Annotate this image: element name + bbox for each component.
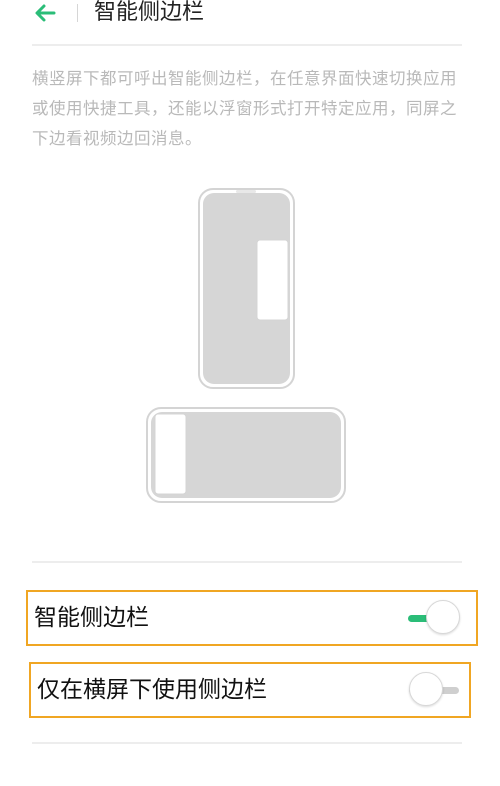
landscape-only-setting-row[interactable]: 仅在横屏下使用侧边栏 — [29, 662, 471, 718]
smart-sidebar-setting-row[interactable]: 智能侧边栏 — [26, 590, 478, 646]
header-divider — [77, 4, 78, 22]
toggle-knob — [426, 600, 460, 634]
bottom-divider — [32, 742, 462, 744]
landscape-only-toggle[interactable] — [409, 672, 461, 708]
back-button[interactable] — [30, 0, 60, 26]
landscape-phone-illustration — [146, 407, 346, 503]
smart-sidebar-label: 智能侧边栏 — [34, 605, 149, 631]
section-divider — [32, 561, 462, 563]
landscape-only-label: 仅在横屏下使用侧边栏 — [37, 677, 267, 703]
toggle-knob — [409, 672, 443, 706]
feature-description: 横竖屏下都可呼出智能侧边栏，在任意界面快速切换应用或使用快捷工具，还能以浮窗形式… — [32, 69, 457, 148]
header-divider-line — [32, 44, 462, 46]
smart-sidebar-toggle[interactable] — [408, 600, 460, 636]
portrait-phone-illustration — [198, 188, 295, 389]
app-header: 智能侧边栏 — [0, 0, 500, 40]
arrow-left-icon — [35, 4, 56, 22]
page-title: 智能侧边栏 — [94, 0, 205, 25]
